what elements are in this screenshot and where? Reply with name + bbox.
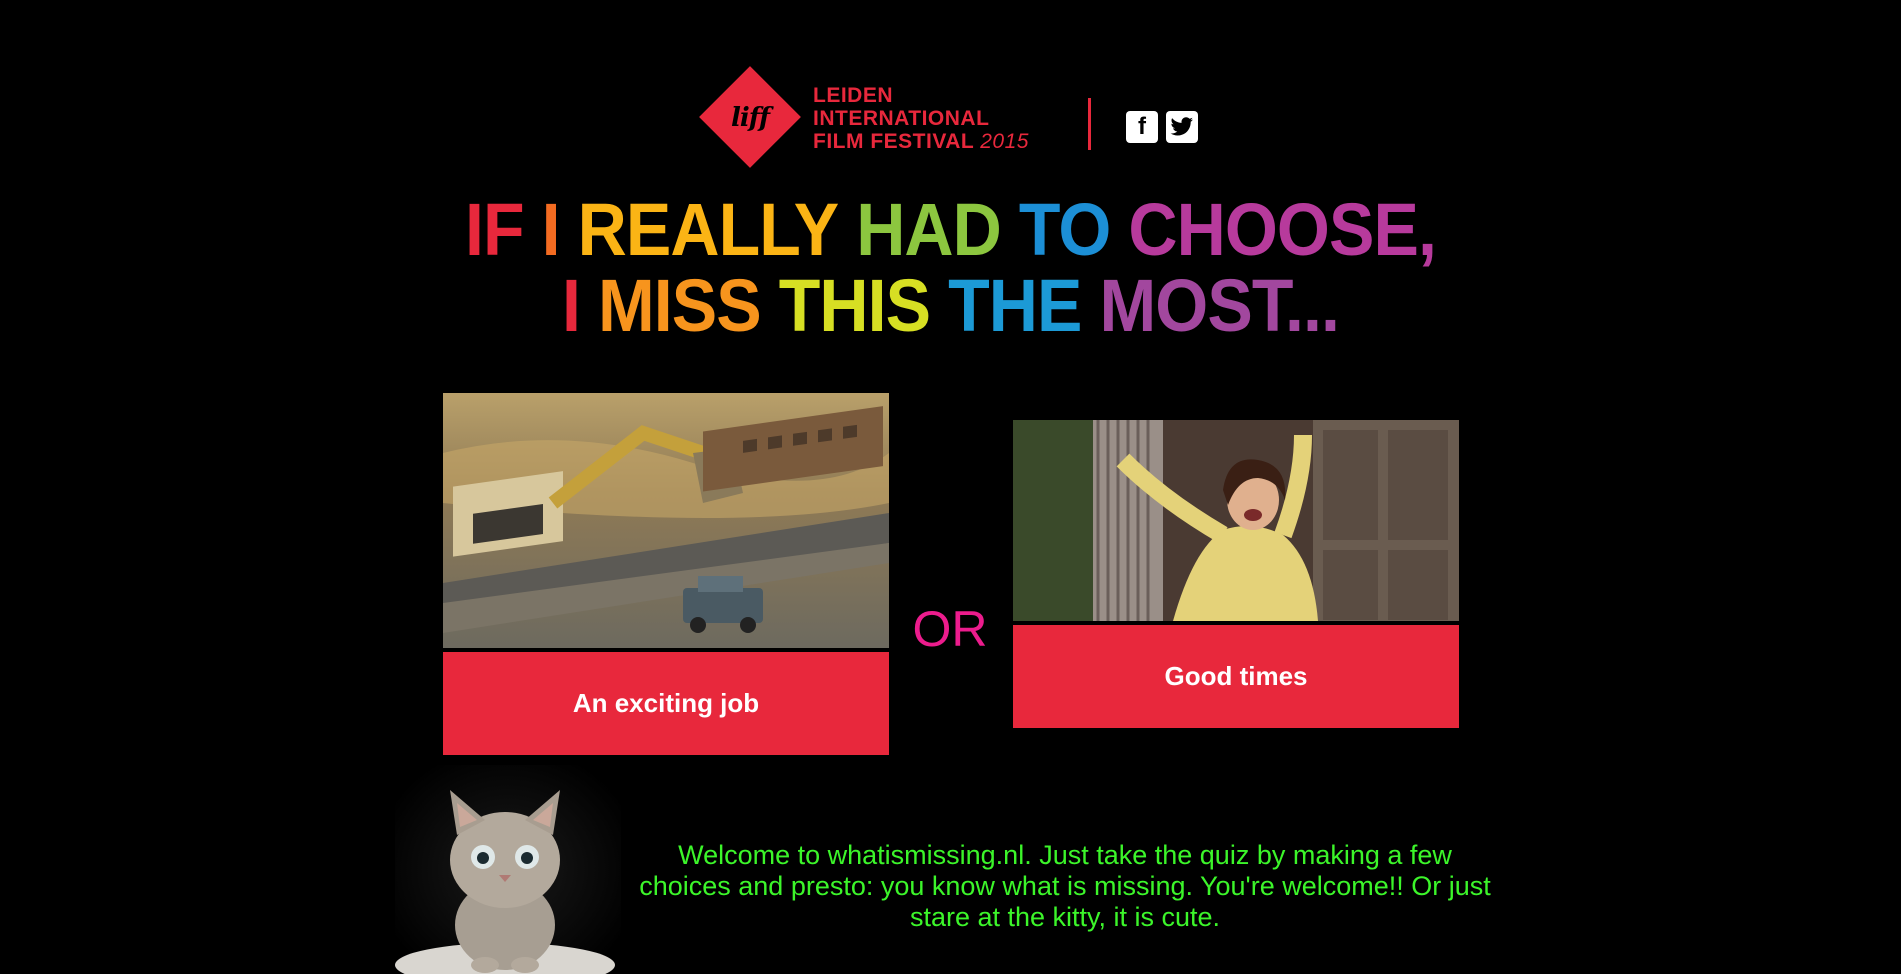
page-title: IF I REALLY HAD TO CHOOSE, I MISS THIS T… <box>76 192 1825 344</box>
welcome-message: Welcome to whatismissing.nl. Just take t… <box>639 840 1491 932</box>
title-word: CHOOSE, <box>1128 188 1436 271</box>
choice-a[interactable]: An exciting job <box>443 393 889 755</box>
twitter-icon <box>1170 117 1193 136</box>
logo-line-1: LEIDEN <box>813 84 894 107</box>
title-word: I <box>561 264 581 347</box>
dancing-woman-image <box>1013 420 1459 621</box>
twitter-button[interactable] <box>1166 111 1198 143</box>
title-word: I <box>541 188 561 271</box>
facebook-icon: f <box>1138 113 1146 140</box>
site-header: liff LEIDEN INTERNATIONAL FILM FESTIVAL … <box>699 66 1220 172</box>
choice-a-button[interactable]: An exciting job <box>443 652 889 755</box>
title-word: REALLY <box>577 188 839 271</box>
header-divider <box>1088 98 1091 150</box>
or-separator: OR <box>912 601 988 657</box>
logo-line-3-text: FILM FESTIVAL <box>813 130 974 153</box>
title-word: THE <box>948 264 1082 347</box>
choice-a-image[interactable] <box>443 393 889 648</box>
kitten-illustration <box>395 765 621 974</box>
excavator-train-image <box>443 393 889 648</box>
choice-b-button[interactable]: Good times <box>1013 625 1459 728</box>
kitten-image <box>395 765 621 974</box>
choice-b[interactable]: Good times <box>1013 420 1459 728</box>
facebook-button[interactable]: f <box>1126 111 1158 143</box>
title-word: IF <box>464 188 525 271</box>
logo-line-3: FILM FESTIVAL 2015 <box>813 130 1029 153</box>
title-line-2: I MISS THIS THE MOST... <box>76 268 1825 344</box>
title-word: MISS <box>597 264 762 347</box>
choice-b-image[interactable] <box>1013 420 1459 621</box>
title-word: TO <box>1018 188 1111 271</box>
page: liff LEIDEN INTERNATIONAL FILM FESTIVAL … <box>0 0 1901 974</box>
logo-year: 2015 <box>980 130 1029 153</box>
title-word: HAD <box>856 188 1002 271</box>
title-word: THIS <box>778 264 931 347</box>
title-line-1: IF I REALLY HAD TO CHOOSE, <box>76 192 1825 268</box>
logo-line-2: INTERNATIONAL <box>813 107 990 130</box>
title-word: MOST... <box>1099 264 1340 347</box>
logo-mark: liff <box>730 103 770 133</box>
logo-text: LEIDEN INTERNATIONAL FILM FESTIVAL 2015 <box>813 84 1029 153</box>
